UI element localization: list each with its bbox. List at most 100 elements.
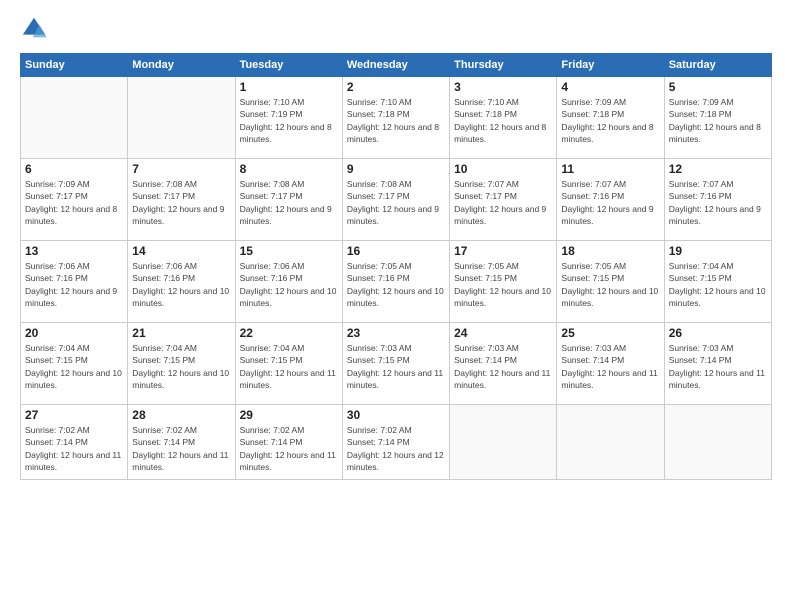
logo-icon (20, 15, 48, 43)
calendar-cell: 3 Sunrise: 7:10 AMSunset: 7:18 PMDaylight… (450, 77, 557, 159)
day-info: Sunrise: 7:05 AMSunset: 7:15 PMDaylight:… (561, 260, 659, 309)
day-info: Sunrise: 7:09 AMSunset: 7:18 PMDaylight:… (669, 96, 767, 145)
day-info: Sunrise: 7:02 AMSunset: 7:14 PMDaylight:… (25, 424, 123, 473)
day-info: Sunrise: 7:09 AMSunset: 7:18 PMDaylight:… (561, 96, 659, 145)
calendar-cell: 23 Sunrise: 7:03 AMSunset: 7:15 PMDayligh… (342, 323, 449, 405)
day-info: Sunrise: 7:02 AMSunset: 7:14 PMDaylight:… (132, 424, 230, 473)
day-info: Sunrise: 7:04 AMSunset: 7:15 PMDaylight:… (25, 342, 123, 391)
day-info: Sunrise: 7:04 AMSunset: 7:15 PMDaylight:… (240, 342, 338, 391)
calendar-cell: 26 Sunrise: 7:03 AMSunset: 7:14 PMDayligh… (664, 323, 771, 405)
calendar-cell (450, 405, 557, 480)
day-number: 14 (132, 244, 230, 258)
day-header-tuesday: Tuesday (235, 54, 342, 77)
calendar-cell: 20 Sunrise: 7:04 AMSunset: 7:15 PMDayligh… (21, 323, 128, 405)
day-info: Sunrise: 7:06 AMSunset: 7:16 PMDaylight:… (132, 260, 230, 309)
day-number: 23 (347, 326, 445, 340)
day-number: 2 (347, 80, 445, 94)
day-info: Sunrise: 7:07 AMSunset: 7:16 PMDaylight:… (561, 178, 659, 227)
day-number: 20 (25, 326, 123, 340)
day-number: 1 (240, 80, 338, 94)
logo (20, 15, 52, 43)
week-row-2: 13Sunrise: 7:06 AMSunset: 7:16 PMDayligh… (21, 241, 772, 323)
day-number: 21 (132, 326, 230, 340)
day-info: Sunrise: 7:02 AMSunset: 7:14 PMDaylight:… (347, 424, 445, 473)
day-info: Sunrise: 7:10 AMSunset: 7:18 PMDaylight:… (454, 96, 552, 145)
day-number: 11 (561, 162, 659, 176)
day-number: 10 (454, 162, 552, 176)
calendar-header-row: SundayMondayTuesdayWednesdayThursdayFrid… (21, 54, 772, 77)
day-info: Sunrise: 7:09 AMSunset: 7:17 PMDaylight:… (25, 178, 123, 227)
day-number: 28 (132, 408, 230, 422)
day-number: 18 (561, 244, 659, 258)
calendar-cell: 14 Sunrise: 7:06 AMSunset: 7:16 PMDayligh… (128, 241, 235, 323)
day-number: 17 (454, 244, 552, 258)
calendar-cell: 9 Sunrise: 7:08 AMSunset: 7:17 PMDaylight… (342, 159, 449, 241)
day-number: 24 (454, 326, 552, 340)
calendar-cell: 4 Sunrise: 7:09 AMSunset: 7:18 PMDaylight… (557, 77, 664, 159)
day-info: Sunrise: 7:07 AMSunset: 7:17 PMDaylight:… (454, 178, 552, 227)
day-info: Sunrise: 7:02 AMSunset: 7:14 PMDaylight:… (240, 424, 338, 473)
day-header-friday: Friday (557, 54, 664, 77)
day-number: 12 (669, 162, 767, 176)
header (20, 15, 772, 43)
day-info: Sunrise: 7:03 AMSunset: 7:14 PMDaylight:… (454, 342, 552, 391)
day-number: 15 (240, 244, 338, 258)
calendar-cell: 22Sunrise: 7:04 AMSunset: 7:15 PMDayligh… (235, 323, 342, 405)
day-info: Sunrise: 7:06 AMSunset: 7:16 PMDaylight:… (240, 260, 338, 309)
week-row-0: 1 Sunrise: 7:10 AMSunset: 7:19 PMDaylight… (21, 77, 772, 159)
calendar-cell (21, 77, 128, 159)
day-info: Sunrise: 7:03 AMSunset: 7:15 PMDaylight:… (347, 342, 445, 391)
day-number: 19 (669, 244, 767, 258)
day-header-monday: Monday (128, 54, 235, 77)
day-info: Sunrise: 7:04 AMSunset: 7:15 PMDaylight:… (132, 342, 230, 391)
calendar-cell: 18 Sunrise: 7:05 AMSunset: 7:15 PMDayligh… (557, 241, 664, 323)
day-info: Sunrise: 7:05 AMSunset: 7:15 PMDaylight:… (454, 260, 552, 309)
day-info: Sunrise: 7:03 AMSunset: 7:14 PMDaylight:… (669, 342, 767, 391)
day-info: Sunrise: 7:08 AMSunset: 7:17 PMDaylight:… (240, 178, 338, 227)
calendar-cell: 21 Sunrise: 7:04 AMSunset: 7:15 PMDayligh… (128, 323, 235, 405)
calendar-cell (128, 77, 235, 159)
day-info: Sunrise: 7:03 AMSunset: 7:14 PMDaylight:… (561, 342, 659, 391)
day-info: Sunrise: 7:10 AMSunset: 7:19 PMDaylight:… (240, 96, 338, 145)
day-header-sunday: Sunday (21, 54, 128, 77)
calendar-cell: 1 Sunrise: 7:10 AMSunset: 7:19 PMDaylight… (235, 77, 342, 159)
calendar-cell (557, 405, 664, 480)
calendar-cell: 29 Sunrise: 7:02 AMSunset: 7:14 PMDayligh… (235, 405, 342, 480)
day-number: 9 (347, 162, 445, 176)
day-number: 8 (240, 162, 338, 176)
calendar-cell: 10 Sunrise: 7:07 AMSunset: 7:17 PMDayligh… (450, 159, 557, 241)
day-number: 30 (347, 408, 445, 422)
day-info: Sunrise: 7:07 AMSunset: 7:16 PMDaylight:… (669, 178, 767, 227)
calendar-cell: 17 Sunrise: 7:05 AMSunset: 7:15 PMDayligh… (450, 241, 557, 323)
calendar-cell: 7 Sunrise: 7:08 AMSunset: 7:17 PMDaylight… (128, 159, 235, 241)
day-number: 4 (561, 80, 659, 94)
calendar-cell: 24 Sunrise: 7:03 AMSunset: 7:14 PMDayligh… (450, 323, 557, 405)
day-info: Sunrise: 7:08 AMSunset: 7:17 PMDaylight:… (347, 178, 445, 227)
day-number: 5 (669, 80, 767, 94)
day-info: Sunrise: 7:04 AMSunset: 7:15 PMDaylight:… (669, 260, 767, 309)
day-info: Sunrise: 7:05 AMSunset: 7:16 PMDaylight:… (347, 260, 445, 309)
calendar-cell: 8 Sunrise: 7:08 AMSunset: 7:17 PMDaylight… (235, 159, 342, 241)
day-number: 3 (454, 80, 552, 94)
day-header-thursday: Thursday (450, 54, 557, 77)
calendar-cell: 30 Sunrise: 7:02 AMSunset: 7:14 PMDayligh… (342, 405, 449, 480)
day-number: 6 (25, 162, 123, 176)
day-number: 27 (25, 408, 123, 422)
day-header-wednesday: Wednesday (342, 54, 449, 77)
calendar-cell: 5 Sunrise: 7:09 AMSunset: 7:18 PMDaylight… (664, 77, 771, 159)
day-info: Sunrise: 7:06 AMSunset: 7:16 PMDaylight:… (25, 260, 123, 309)
day-number: 7 (132, 162, 230, 176)
calendar-cell: 28 Sunrise: 7:02 AMSunset: 7:14 PMDayligh… (128, 405, 235, 480)
week-row-3: 20 Sunrise: 7:04 AMSunset: 7:15 PMDayligh… (21, 323, 772, 405)
calendar-cell: 27 Sunrise: 7:02 AMSunset: 7:14 PMDayligh… (21, 405, 128, 480)
day-number: 29 (240, 408, 338, 422)
calendar-cell: 2Sunrise: 7:10 AMSunset: 7:18 PMDaylight… (342, 77, 449, 159)
calendar: SundayMondayTuesdayWednesdayThursdayFrid… (20, 53, 772, 480)
week-row-4: 27 Sunrise: 7:02 AMSunset: 7:14 PMDayligh… (21, 405, 772, 480)
calendar-cell: 11 Sunrise: 7:07 AMSunset: 7:16 PMDayligh… (557, 159, 664, 241)
calendar-cell: 12 Sunrise: 7:07 AMSunset: 7:16 PMDayligh… (664, 159, 771, 241)
day-info: Sunrise: 7:08 AMSunset: 7:17 PMDaylight:… (132, 178, 230, 227)
day-number: 26 (669, 326, 767, 340)
day-number: 16 (347, 244, 445, 258)
calendar-cell: 13Sunrise: 7:06 AMSunset: 7:16 PMDayligh… (21, 241, 128, 323)
